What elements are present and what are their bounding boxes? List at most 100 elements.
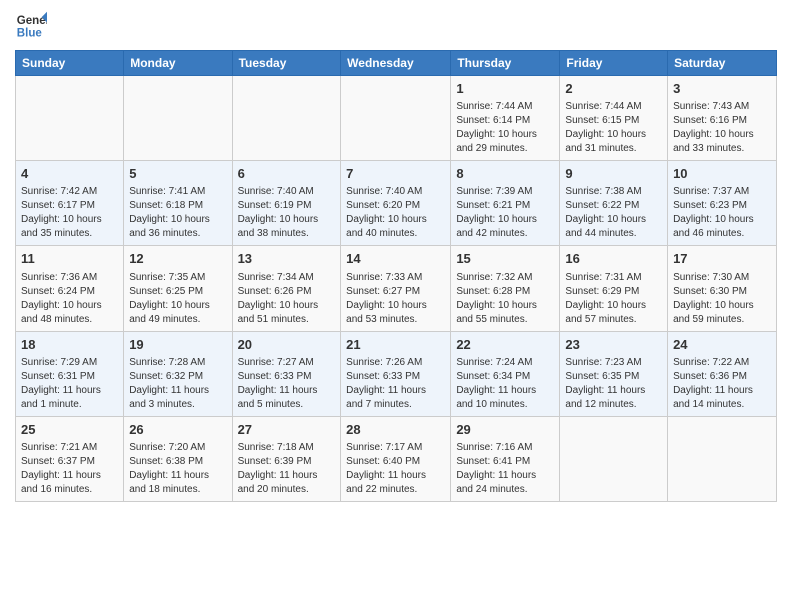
calendar-cell: 11 Sunrise: 7:36 AM Sunset: 6:24 PM Dayli…: [16, 246, 124, 331]
logo: General Blue: [15, 10, 55, 42]
day-number: 20: [238, 336, 336, 354]
calendar-cell: [232, 76, 341, 161]
day-info: Sunrise: 7:37 AM Sunset: 6:23 PM Dayligh…: [673, 185, 771, 241]
calendar-cell: 25 Sunrise: 7:21 AM Sunset: 6:37 PM Dayli…: [16, 416, 124, 501]
calendar-cell: 9 Sunrise: 7:38 AM Sunset: 6:22 PM Daylig…: [560, 161, 668, 246]
svg-text:Blue: Blue: [17, 28, 43, 40]
day-of-week-header: Sunday: [16, 51, 124, 76]
calendar-week-row: 11 Sunrise: 7:36 AM Sunset: 6:24 PM Dayli…: [16, 246, 777, 331]
calendar-cell: [560, 416, 668, 501]
day-info: Sunrise: 7:34 AM Sunset: 6:26 PM Dayligh…: [238, 271, 336, 327]
calendar-week-row: 25 Sunrise: 7:21 AM Sunset: 6:37 PM Dayli…: [16, 416, 777, 501]
day-number: 8: [456, 165, 554, 183]
calendar-cell: 3 Sunrise: 7:43 AM Sunset: 6:16 PM Daylig…: [668, 76, 777, 161]
day-info: Sunrise: 7:41 AM Sunset: 6:18 PM Dayligh…: [129, 185, 226, 241]
calendar-cell: 16 Sunrise: 7:31 AM Sunset: 6:29 PM Dayli…: [560, 246, 668, 331]
calendar-cell: 4 Sunrise: 7:42 AM Sunset: 6:17 PM Daylig…: [16, 161, 124, 246]
day-number: 14: [346, 250, 445, 268]
day-info: Sunrise: 7:21 AM Sunset: 6:37 PM Dayligh…: [21, 441, 118, 497]
day-number: 26: [129, 421, 226, 439]
day-of-week-header: Friday: [560, 51, 668, 76]
calendar-cell: 7Sunrise: 7:40 AM Sunset: 6:20 PM Daylig…: [341, 161, 451, 246]
day-of-week-header: Monday: [124, 51, 232, 76]
day-number: 24: [673, 336, 771, 354]
calendar-cell: 17 Sunrise: 7:30 AM Sunset: 6:30 PM Dayli…: [668, 246, 777, 331]
day-number: 18: [21, 336, 118, 354]
calendar-cell: 19 Sunrise: 7:28 AM Sunset: 6:32 PM Dayli…: [124, 331, 232, 416]
day-info: Sunrise: 7:35 AM Sunset: 6:25 PM Dayligh…: [129, 271, 226, 327]
calendar-cell: 6 Sunrise: 7:40 AM Sunset: 6:19 PM Daylig…: [232, 161, 341, 246]
day-number: 4: [21, 165, 118, 183]
page-header: General Blue: [15, 10, 777, 42]
day-number: 21: [346, 336, 445, 354]
day-info: Sunrise: 7:42 AM Sunset: 6:17 PM Dayligh…: [21, 185, 118, 241]
day-number: 22: [456, 336, 554, 354]
calendar-cell: 5 Sunrise: 7:41 AM Sunset: 6:18 PM Daylig…: [124, 161, 232, 246]
day-info: Sunrise: 7:40 AM Sunset: 6:19 PM Dayligh…: [238, 185, 336, 241]
day-info: Sunrise: 7:24 AM Sunset: 6:34 PM Dayligh…: [456, 356, 554, 412]
day-info: Sunrise: 7:30 AM Sunset: 6:30 PM Dayligh…: [673, 271, 771, 327]
day-info: Sunrise: 7:27 AM Sunset: 6:33 PM Dayligh…: [238, 356, 336, 412]
calendar-cell: 18 Sunrise: 7:29 AM Sunset: 6:31 PM Dayli…: [16, 331, 124, 416]
calendar-cell: [341, 76, 451, 161]
day-number: 9: [565, 165, 662, 183]
day-info: Sunrise: 7:28 AM Sunset: 6:32 PM Dayligh…: [129, 356, 226, 412]
day-number: 13: [238, 250, 336, 268]
logo-icon: General Blue: [15, 10, 47, 42]
day-number: 3: [673, 80, 771, 98]
day-number: 28: [346, 421, 445, 439]
day-number: 27: [238, 421, 336, 439]
calendar-week-row: 1 Sunrise: 7:44 AM Sunset: 6:14 PM Daylig…: [16, 76, 777, 161]
calendar-cell: [668, 416, 777, 501]
day-info: Sunrise: 7:18 AM Sunset: 6:39 PM Dayligh…: [238, 441, 336, 497]
calendar-cell: 15 Sunrise: 7:32 AM Sunset: 6:28 PM Dayli…: [451, 246, 560, 331]
day-info: Sunrise: 7:44 AM Sunset: 6:15 PM Dayligh…: [565, 100, 662, 156]
day-info: Sunrise: 7:16 AM Sunset: 6:41 PM Dayligh…: [456, 441, 554, 497]
calendar-cell: 23Sunrise: 7:23 AM Sunset: 6:35 PM Dayli…: [560, 331, 668, 416]
day-number: 11: [21, 250, 118, 268]
day-of-week-header: Wednesday: [341, 51, 451, 76]
calendar-cell: 13 Sunrise: 7:34 AM Sunset: 6:26 PM Dayli…: [232, 246, 341, 331]
day-info: Sunrise: 7:43 AM Sunset: 6:16 PM Dayligh…: [673, 100, 771, 156]
day-number: 10: [673, 165, 771, 183]
day-info: Sunrise: 7:39 AM Sunset: 6:21 PM Dayligh…: [456, 185, 554, 241]
day-info: Sunrise: 7:26 AM Sunset: 6:33 PM Dayligh…: [346, 356, 445, 412]
day-info: Sunrise: 7:22 AM Sunset: 6:36 PM Dayligh…: [673, 356, 771, 412]
calendar-cell: 12Sunrise: 7:35 AM Sunset: 6:25 PM Dayli…: [124, 246, 232, 331]
day-number: 16: [565, 250, 662, 268]
day-number: 2: [565, 80, 662, 98]
day-of-week-header: Saturday: [668, 51, 777, 76]
calendar-cell: 2 Sunrise: 7:44 AM Sunset: 6:15 PM Daylig…: [560, 76, 668, 161]
day-info: Sunrise: 7:38 AM Sunset: 6:22 PM Dayligh…: [565, 185, 662, 241]
day-number: 19: [129, 336, 226, 354]
day-number: 17: [673, 250, 771, 268]
day-number: 1: [456, 80, 554, 98]
day-info: Sunrise: 7:40 AM Sunset: 6:20 PM Dayligh…: [346, 185, 445, 241]
calendar-cell: 28Sunrise: 7:17 AM Sunset: 6:40 PM Dayli…: [341, 416, 451, 501]
calendar-header: SundayMondayTuesdayWednesdayThursdayFrid…: [16, 51, 777, 76]
calendar-week-row: 18 Sunrise: 7:29 AM Sunset: 6:31 PM Dayli…: [16, 331, 777, 416]
calendar-cell: 10 Sunrise: 7:37 AM Sunset: 6:23 PM Dayli…: [668, 161, 777, 246]
day-of-week-header: Tuesday: [232, 51, 341, 76]
calendar-cell: 8 Sunrise: 7:39 AM Sunset: 6:21 PM Daylig…: [451, 161, 560, 246]
day-number: 5: [129, 165, 226, 183]
day-info: Sunrise: 7:32 AM Sunset: 6:28 PM Dayligh…: [456, 271, 554, 327]
day-number: 15: [456, 250, 554, 268]
day-info: Sunrise: 7:36 AM Sunset: 6:24 PM Dayligh…: [21, 271, 118, 327]
calendar-cell: 20 Sunrise: 7:27 AM Sunset: 6:33 PM Dayli…: [232, 331, 341, 416]
calendar-table: SundayMondayTuesdayWednesdayThursdayFrid…: [15, 50, 777, 502]
day-info: Sunrise: 7:23 AM Sunset: 6:35 PM Dayligh…: [565, 356, 662, 412]
calendar-cell: 21 Sunrise: 7:26 AM Sunset: 6:33 PM Dayli…: [341, 331, 451, 416]
day-number: 25: [21, 421, 118, 439]
day-number: 6: [238, 165, 336, 183]
day-info: Sunrise: 7:29 AM Sunset: 6:31 PM Dayligh…: [21, 356, 118, 412]
calendar-body: 1 Sunrise: 7:44 AM Sunset: 6:14 PM Daylig…: [16, 76, 777, 502]
day-info: Sunrise: 7:31 AM Sunset: 6:29 PM Dayligh…: [565, 271, 662, 327]
calendar-cell: 14 Sunrise: 7:33 AM Sunset: 6:27 PM Dayli…: [341, 246, 451, 331]
day-info: Sunrise: 7:33 AM Sunset: 6:27 PM Dayligh…: [346, 271, 445, 327]
calendar-cell: 22 Sunrise: 7:24 AM Sunset: 6:34 PM Dayli…: [451, 331, 560, 416]
day-info: Sunrise: 7:44 AM Sunset: 6:14 PM Dayligh…: [456, 100, 554, 156]
calendar-cell: 26Sunrise: 7:20 AM Sunset: 6:38 PM Dayli…: [124, 416, 232, 501]
calendar-week-row: 4 Sunrise: 7:42 AM Sunset: 6:17 PM Daylig…: [16, 161, 777, 246]
calendar-cell: 1 Sunrise: 7:44 AM Sunset: 6:14 PM Daylig…: [451, 76, 560, 161]
